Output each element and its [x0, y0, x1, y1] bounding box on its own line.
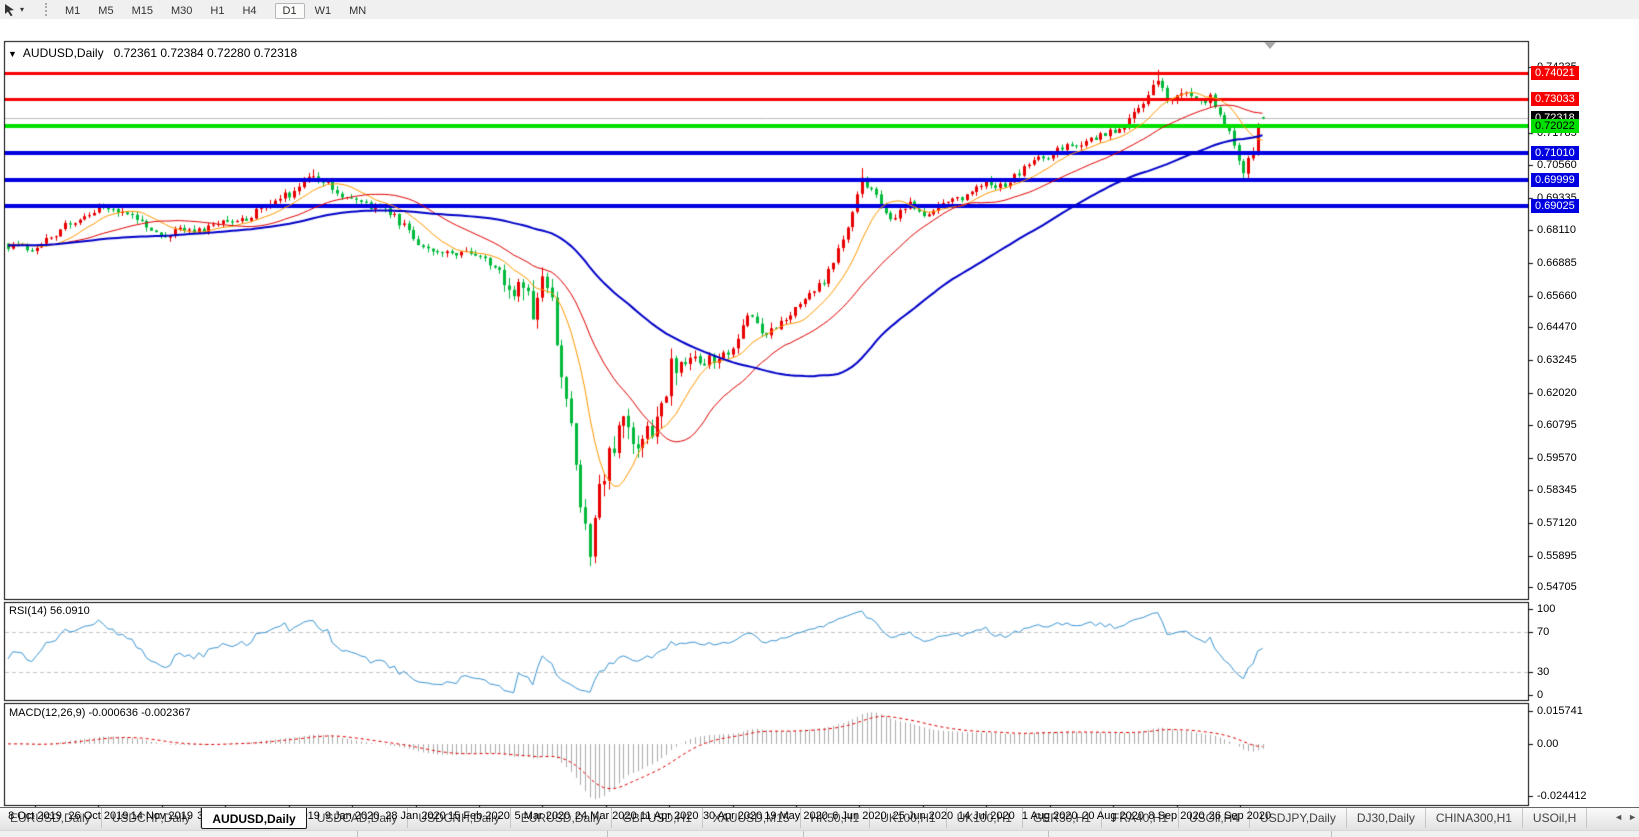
timeframe-button-h4[interactable]: H4 — [234, 3, 264, 19]
chart-dropdown-icon[interactable]: ▼ — [8, 49, 17, 59]
timeframe-button-m5[interactable]: M5 — [90, 3, 121, 19]
chart-title: ▼ AUDUSD,Daily 0.72361 0.72384 0.72280 0.7… — [8, 46, 297, 60]
timeframe-button-h1[interactable]: H1 — [202, 3, 232, 19]
price-chart-canvas[interactable] — [0, 19, 1639, 837]
price-axis-label: 0.57120 — [1537, 516, 1577, 529]
price-axis-label: 0.66885 — [1537, 256, 1577, 269]
status-bar — [0, 830, 1639, 837]
timeframe-button-w1[interactable]: W1 — [307, 3, 340, 19]
price-axis-label: 0.65660 — [1537, 289, 1577, 302]
status-bar-separator — [803, 831, 804, 837]
macd-scale-label: -0.024412 — [1537, 789, 1587, 802]
status-bar-separator — [357, 831, 358, 837]
chart-window: ▼ AUDUSD,Daily 0.72361 0.72384 0.72280 0.7… — [0, 19, 1639, 837]
chart-symbol-label: AUDUSD,Daily — [22, 46, 104, 60]
rsi-scale-label: 70 — [1537, 626, 1550, 638]
rsi-indicator-label: RSI(14) 56.0910 — [9, 605, 90, 617]
chart-shift-marker[interactable] — [1264, 42, 1276, 49]
tab-dj30-daily[interactable]: DJ30,Daily — [1347, 808, 1426, 828]
chart-ohlc-values: 0.72361 0.72384 0.72280 0.72318 — [113, 46, 298, 60]
timeframe-button-d1[interactable]: D1 — [274, 2, 305, 19]
date-axis-label: 26 Sep 2020 — [1208, 810, 1272, 822]
status-bar-separator — [1331, 831, 1332, 837]
price-axis-label: 0.59570 — [1537, 451, 1577, 464]
price-axis-label: 0.63245 — [1537, 353, 1577, 366]
tab-scroll-right-icon[interactable]: ► — [1628, 812, 1637, 822]
chevron-down-icon[interactable]: ▾ — [20, 5, 24, 14]
status-bar-separator — [607, 831, 608, 837]
tab-scroll-arrows: ◄ ► — [1614, 812, 1637, 822]
macd-scale-label: 0.015741 — [1537, 705, 1583, 717]
pointer-icon — [5, 3, 14, 16]
tab-usoil-h[interactable]: USOil,H — [1523, 808, 1588, 828]
macd-scale-label: 0.00 — [1537, 738, 1559, 750]
cursor-tool-button[interactable]: ▾ — [3, 3, 37, 17]
macd-indicator-label: MACD(12,26,9) -0.000636 -0.002367 — [9, 707, 191, 719]
rsi-scale-label: 0 — [1537, 689, 1544, 701]
price-axis-label: 0.54705 — [1537, 581, 1577, 594]
price-axis-label: 0.68110 — [1537, 224, 1576, 237]
timeframe-button-m15[interactable]: M15 — [124, 3, 161, 19]
price-axis-label: 0.58345 — [1537, 484, 1577, 497]
mt4-window: ▾ M1 M5 M15 M30 H1 H4 D1 W1 MN ▼ AUDUSD,Daily 0.72… — [0, 0, 1639, 837]
rsi-scale-label: 30 — [1537, 666, 1550, 678]
price-axis-label: 0.64470 — [1537, 321, 1577, 334]
timeframe-button-group: M1 M5 M15 M30 H1 H4 D1 W1 MN — [56, 1, 375, 19]
tab-china300-h1[interactable]: CHINA300,H1 — [1426, 808, 1523, 828]
tab-audusd-daily[interactable]: AUDUSD,Daily — [201, 808, 307, 829]
price-axis-label: 0.55895 — [1537, 549, 1577, 562]
level-price-badge: 0.69999 — [1531, 173, 1579, 188]
timeframe-button-mn[interactable]: MN — [341, 3, 374, 19]
level-price-badge: 0.69025 — [1531, 199, 1579, 213]
toolbar-drag-handle[interactable] — [45, 3, 50, 16]
price-axis-label: 0.62020 — [1537, 386, 1577, 399]
timeframe-button-m1[interactable]: M1 — [57, 3, 88, 19]
level-price-badge: 0.71010 — [1531, 146, 1579, 161]
rsi-scale-label: 100 — [1537, 603, 1556, 615]
timeframe-button-m30[interactable]: M30 — [163, 3, 200, 19]
price-axis-label: 0.60795 — [1537, 419, 1577, 432]
status-bar-separator — [1048, 831, 1049, 837]
tab-scroll-left-icon[interactable]: ◄ — [1614, 812, 1623, 822]
top-toolbar: ▾ M1 M5 M15 M30 H1 H4 D1 W1 MN — [0, 0, 1639, 19]
price-axis-label: 0.70560 — [1537, 159, 1577, 172]
level-price-badge: 0.74021 — [1531, 66, 1579, 80]
level-price-badge: 0.73033 — [1531, 92, 1579, 107]
level-price-badge: 0.72022 — [1531, 119, 1579, 134]
